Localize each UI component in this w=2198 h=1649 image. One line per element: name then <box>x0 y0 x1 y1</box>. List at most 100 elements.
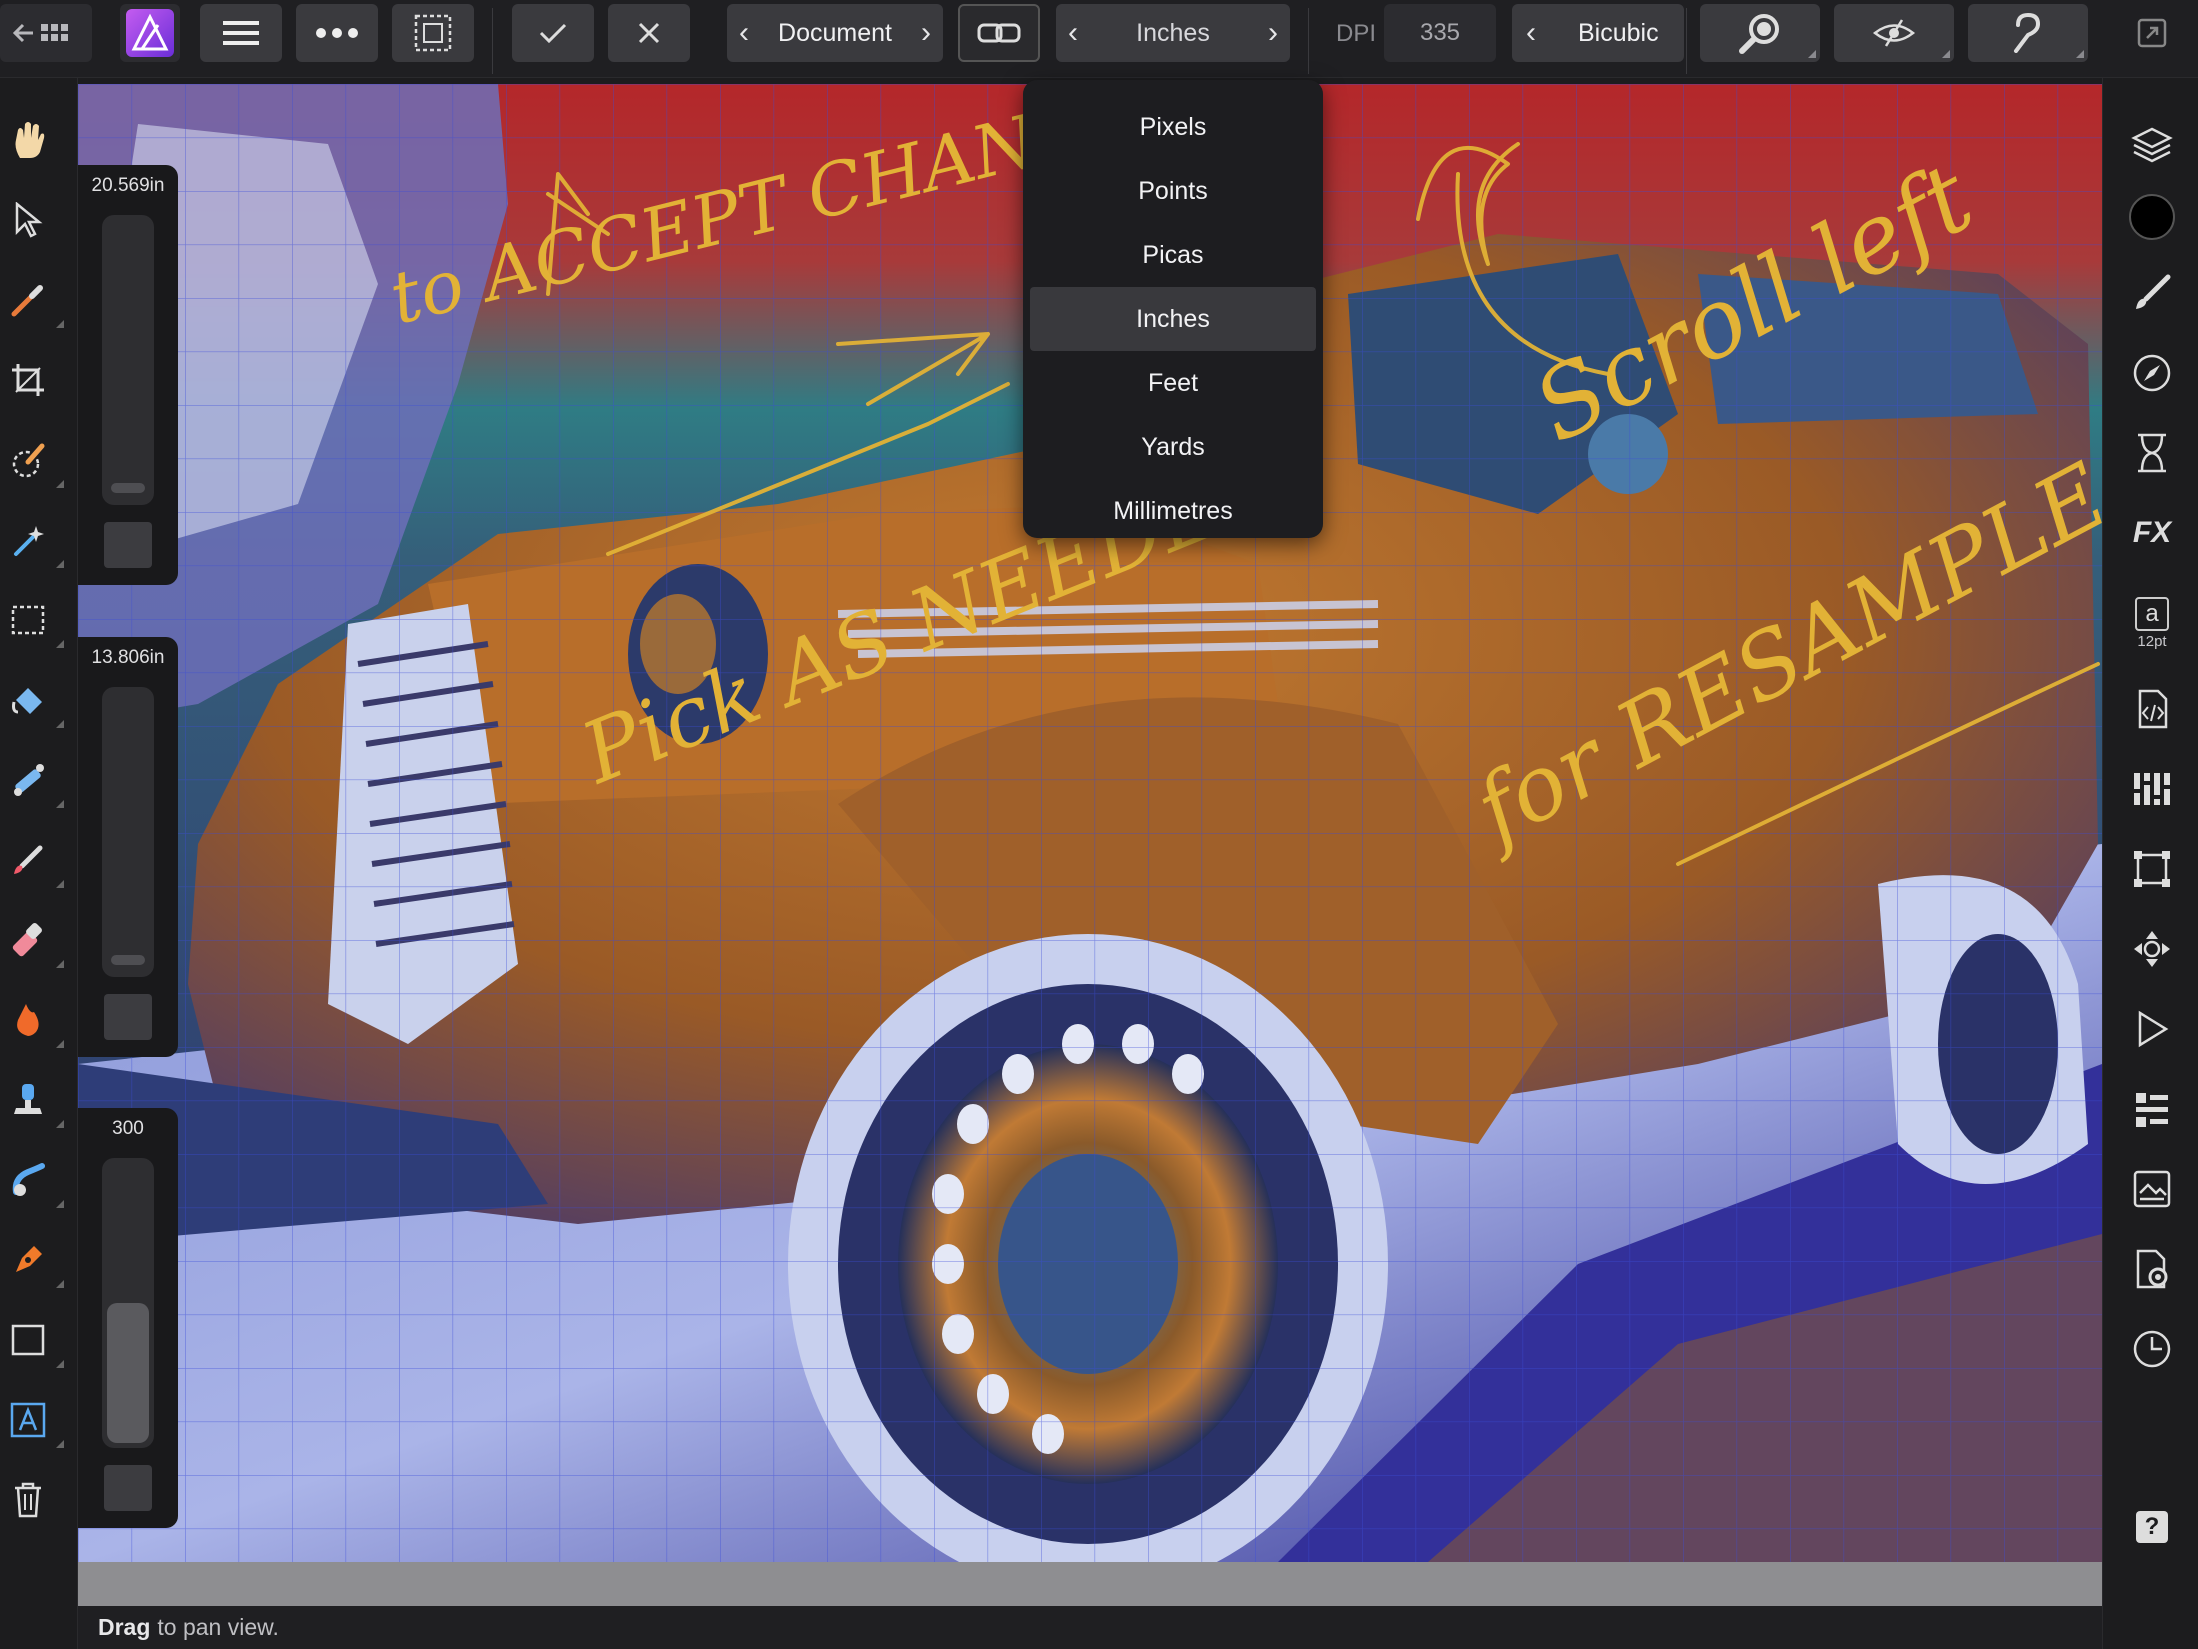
eraser-tool[interactable] <box>6 918 64 968</box>
crop-tool[interactable] <box>6 358 50 402</box>
dpi-slider-track[interactable] <box>102 1158 154 1448</box>
width-slider-thumb[interactable] <box>111 483 145 493</box>
rectangle-icon <box>11 1324 45 1356</box>
color-picker-tool[interactable] <box>6 278 64 328</box>
layers-icon <box>2131 127 2173 163</box>
flood-fill-tool[interactable] <box>6 678 64 728</box>
pointer-icon <box>15 202 43 238</box>
dpi-slider-panel: 300 <box>78 1108 178 1528</box>
channels-panel-button[interactable] <box>2127 764 2177 814</box>
back-icon <box>12 23 68 43</box>
fx-icon: FX <box>2132 516 2172 549</box>
right-studio-column: FX a 12pt ? <box>2102 78 2198 1649</box>
transform-panel-button[interactable] <box>2127 844 2177 894</box>
magic-wand-tool[interactable] <box>6 518 64 568</box>
selection-brush-tool[interactable] <box>6 438 64 488</box>
text-tool[interactable] <box>6 1398 64 1448</box>
transform-icon <box>2134 851 2170 887</box>
resample-prev-chevron-icon[interactable]: ‹ <box>1526 18 1536 48</box>
app-logo-button[interactable] <box>120 4 180 62</box>
unit-option-picas[interactable]: Picas <box>1030 223 1316 287</box>
width-slider-swatch[interactable] <box>104 522 152 568</box>
expand-button[interactable] <box>2120 4 2184 62</box>
delete-tool[interactable] <box>6 1478 50 1522</box>
macro-panel-button[interactable] <box>2127 1004 2177 1054</box>
snapshots-panel-button[interactable] <box>2127 1324 2177 1374</box>
hand-tool[interactable] <box>6 118 50 162</box>
units-label: Inches <box>1136 18 1210 47</box>
help-panel-button[interactable]: ? <box>2127 1502 2177 1552</box>
rectangle-tool[interactable] <box>6 1318 64 1368</box>
view-button[interactable] <box>1834 4 1954 62</box>
height-slider-swatch[interactable] <box>104 994 152 1040</box>
menu-icon <box>223 21 259 45</box>
dpi-slider-swatch[interactable] <box>104 1465 152 1511</box>
status-bold-text: Drag <box>98 1614 151 1640</box>
unit-option-points[interactable]: Points <box>1030 159 1316 223</box>
pen-tool[interactable] <box>6 1238 64 1288</box>
eraser-icon <box>12 923 42 957</box>
unit-option-pixels[interactable]: Pixels <box>1030 95 1316 159</box>
checkmark-icon <box>539 23 567 44</box>
brushes-panel-button[interactable] <box>2127 268 2177 318</box>
link-icon <box>977 23 1021 43</box>
move-panel-button[interactable] <box>2127 924 2177 974</box>
height-value: 13.806in <box>91 647 165 668</box>
menu-button[interactable] <box>200 4 282 62</box>
more-button[interactable] <box>296 4 378 62</box>
settings-panel-button[interactable] <box>2127 1244 2177 1294</box>
back-to-documents-button[interactable] <box>0 4 92 62</box>
gradient-tool[interactable] <box>6 758 64 808</box>
text-styles-panel-button[interactable]: a 12pt <box>2127 588 2177 658</box>
selection-brush-icon <box>12 443 45 478</box>
burn-icon <box>17 1004 39 1036</box>
clone-tool[interactable] <box>6 1078 64 1128</box>
paint-brush-tool[interactable] <box>6 838 64 888</box>
library-panel-button[interactable] <box>2127 1164 2177 1214</box>
navigator-icon <box>2133 354 2171 392</box>
unit-option-inches[interactable]: Inches <box>1030 287 1316 351</box>
color-picker-icon <box>11 285 43 317</box>
height-slider-thumb[interactable] <box>111 955 145 965</box>
text-styles-icon: a <box>2135 596 2169 631</box>
document-selector[interactable]: ‹ Document › <box>727 4 943 62</box>
dpi-slider-fill[interactable] <box>107 1303 149 1443</box>
styles-panel-button[interactable] <box>2127 1084 2177 1134</box>
gradient-icon <box>14 764 44 796</box>
document-prev-chevron-icon[interactable]: ‹ <box>739 18 749 48</box>
history-icon <box>2138 433 2166 473</box>
unit-option-feet[interactable]: Feet <box>1030 351 1316 415</box>
move-tool[interactable] <box>6 198 50 242</box>
smudge-tool[interactable] <box>6 1158 64 1208</box>
accept-button[interactable] <box>512 4 594 62</box>
more-icon <box>316 28 358 38</box>
unit-option-yards[interactable]: Yards <box>1030 415 1316 479</box>
height-slider-track[interactable] <box>102 687 154 977</box>
crop-icon <box>12 364 44 396</box>
history-panel-button[interactable] <box>2127 428 2177 478</box>
document-next-chevron-icon[interactable]: › <box>921 18 931 48</box>
burn-tool[interactable] <box>6 998 64 1048</box>
units-prev-chevron-icon[interactable]: ‹ <box>1068 18 1078 48</box>
cancel-button[interactable] <box>608 4 690 62</box>
resample-label: Bicubic <box>1578 18 1659 47</box>
fx-panel-button[interactable]: FX <box>2127 508 2177 558</box>
units-next-chevron-icon[interactable]: › <box>1268 18 1278 48</box>
navigator-panel-button[interactable] <box>2127 348 2177 398</box>
marquee-tool[interactable] <box>6 598 64 648</box>
unit-option-millimetres[interactable]: Millimetres <box>1030 479 1316 543</box>
layers-panel-button[interactable] <box>2127 118 2177 168</box>
play-icon <box>2138 1010 2169 1048</box>
resample-selector[interactable]: ‹ Bicubic <box>1512 4 1684 62</box>
link-dimensions-button[interactable] <box>958 4 1040 62</box>
code-panel-button[interactable] <box>2127 684 2177 734</box>
dpi-field[interactable]: 335 <box>1384 4 1496 62</box>
units-selector[interactable]: ‹ Inches › <box>1056 4 1290 62</box>
help-button[interactable] <box>1968 4 2088 62</box>
pen-icon <box>16 1246 42 1272</box>
selection-button[interactable] <box>392 4 474 62</box>
zoom-button[interactable] <box>1700 4 1820 62</box>
width-slider-track[interactable] <box>102 215 154 505</box>
clone-icon <box>14 1084 42 1114</box>
color-panel-button[interactable] <box>2127 192 2177 242</box>
